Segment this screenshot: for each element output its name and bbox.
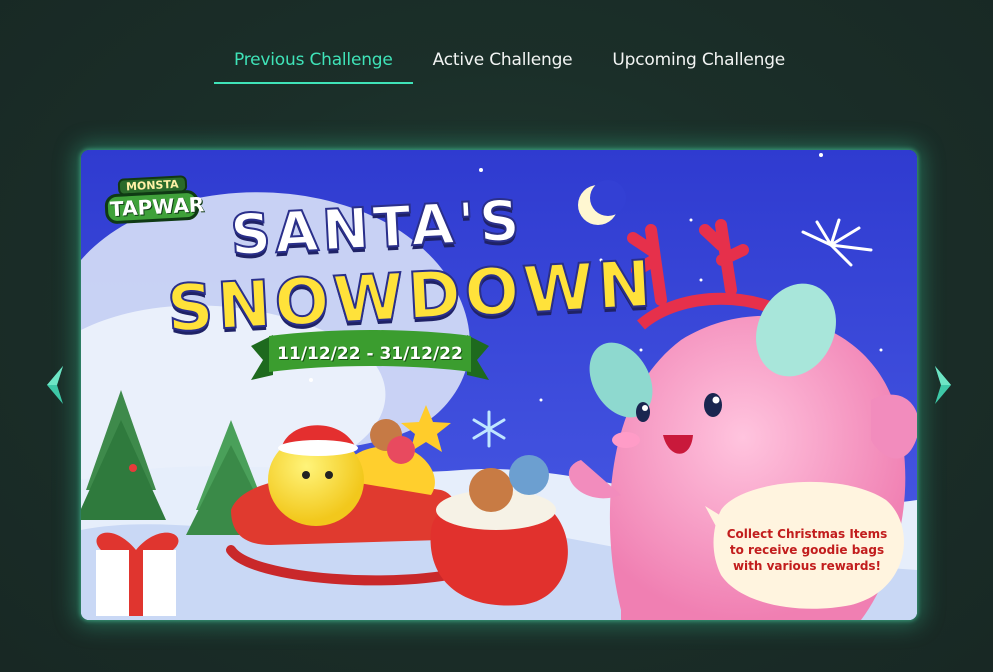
tab-active-challenge[interactable]: Active Challenge xyxy=(413,44,593,84)
carousel-next-button[interactable] xyxy=(933,366,953,404)
chevron-left-icon xyxy=(47,366,63,404)
carousel-prev-button[interactable] xyxy=(45,366,65,404)
speech-bubble-text: Collect Christmas Items to receive goodi… xyxy=(726,527,888,573)
tab-upcoming-challenge[interactable]: Upcoming Challenge xyxy=(592,44,805,84)
chevron-right-icon xyxy=(935,366,951,404)
challenge-tabs: Previous Challenge Active Challenge Upco… xyxy=(214,44,805,84)
event-banner[interactable]: MONSTA TAPWAR SANTA'S SNOWDOWN 11/12/22 … xyxy=(81,150,917,620)
tab-previous-challenge[interactable]: Previous Challenge xyxy=(214,44,413,84)
event-date-range: 11/12/22 - 31/12/22 xyxy=(277,344,463,364)
